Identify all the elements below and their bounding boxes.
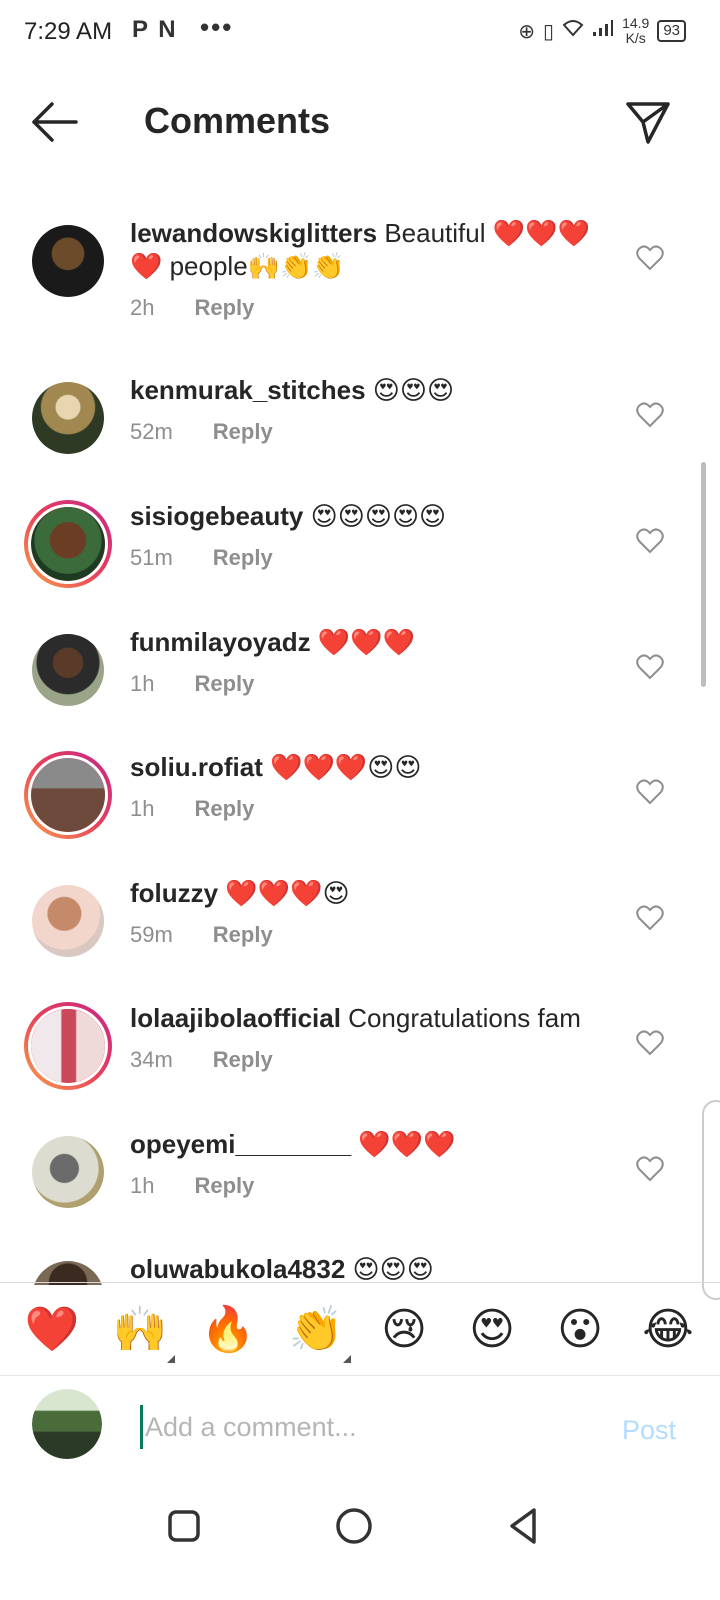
comment-text: ❤️❤️❤️😍😍 <box>270 752 422 782</box>
avatar[interactable] <box>32 225 104 297</box>
comment-list: lewandowskiglitters Beautiful ❤️❤️❤️❤️ p… <box>0 205 720 1285</box>
comment-item: soliu.rofiat ❤️❤️❤️😍😍 1h Reply <box>0 739 720 864</box>
avatar[interactable] <box>32 634 104 706</box>
heart-icon[interactable] <box>636 1156 664 1182</box>
scrollbar[interactable] <box>701 462 706 687</box>
comment-username[interactable]: lewandowskiglitters <box>130 218 377 248</box>
reply-button[interactable]: Reply <box>194 1169 254 1202</box>
reply-button[interactable]: Reply <box>213 415 273 448</box>
system-nav-bar <box>0 1490 720 1600</box>
comment-username[interactable]: soliu.rofiat <box>130 752 263 782</box>
reply-button[interactable]: Reply <box>194 667 254 700</box>
vibrate-icon: ▯ <box>543 20 555 43</box>
battery-icon: 93 <box>657 20 686 42</box>
emoji-heart-button[interactable]: ❤️ <box>17 1303 87 1355</box>
comment-time: 1h <box>130 671 155 696</box>
comment-username[interactable]: opeyemi________ <box>130 1129 351 1159</box>
avatar[interactable] <box>32 1136 104 1208</box>
comment-item: funmilayoyadz ❤️❤️❤️ 1h Reply <box>0 614 720 739</box>
comment-username[interactable]: foluzzy <box>130 878 218 908</box>
reply-button[interactable]: Reply <box>194 291 254 324</box>
comment-time: 1h <box>130 1173 155 1198</box>
comment-username[interactable]: kenmurak_stitches <box>130 375 366 405</box>
avatar[interactable] <box>32 885 104 957</box>
my-avatar <box>32 1389 102 1459</box>
comment-item: oluwabukola4832 😍😍😍 <box>0 1241 720 1285</box>
comment-time: 59m <box>130 922 173 947</box>
notification-app-icons: P N <box>132 16 178 43</box>
comment-item: opeyemi________ ❤️❤️❤️ 1h Reply <box>0 1116 720 1241</box>
emoji-surprised-button[interactable]: 😮 <box>545 1304 615 1355</box>
more-notifications-icon: ••• <box>200 12 234 42</box>
reply-button[interactable]: Reply <box>213 918 273 951</box>
home-icon[interactable] <box>332 1504 376 1548</box>
status-bar: 7:29 AM P N ••• ⊕ ▯ 14.9 K/s 93 <box>0 0 720 64</box>
heart-icon[interactable] <box>636 245 664 271</box>
edge-panel-handle[interactable] <box>702 1100 720 1300</box>
emoji-laughing-button[interactable]: 😂 <box>633 1304 703 1355</box>
status-time: 7:29 AM <box>24 18 113 45</box>
emoji-raising-hands-button[interactable]: 🙌 <box>105 1303 175 1363</box>
comment-text: 😍😍😍 <box>372 375 455 405</box>
comment-item: lolaajibolaofficial Congratulations fam … <box>0 990 720 1115</box>
reply-button[interactable]: Reply <box>213 541 273 574</box>
paper-plane-icon <box>626 102 670 144</box>
comment-time: 34m <box>130 1047 173 1072</box>
network-speed: 14.9 K/s <box>622 15 650 46</box>
comment-item: kenmurak_stitches 😍😍😍 52m Reply <box>0 362 720 487</box>
comment-username[interactable]: lolaajibolaofficial <box>130 1003 341 1033</box>
share-button[interactable] <box>624 98 672 146</box>
comment-username[interactable]: oluwabukola4832 <box>130 1254 345 1284</box>
heart-icon[interactable] <box>636 528 664 554</box>
avatar-story-ring[interactable] <box>24 1002 112 1090</box>
heart-icon[interactable] <box>636 779 664 805</box>
comment-text: 😍😍😍 <box>352 1254 434 1284</box>
comment-time: 2h <box>130 295 155 320</box>
heart-icon[interactable] <box>636 905 664 931</box>
header: Comments <box>0 80 720 164</box>
comment-item: foluzzy ❤️❤️❤️😍 59m Reply <box>0 865 720 990</box>
comment-item: lewandowskiglitters Beautiful ❤️❤️❤️❤️ p… <box>0 205 720 330</box>
arrow-left-icon <box>32 102 78 142</box>
comment-username[interactable]: sisiogebeauty <box>130 501 303 531</box>
back-button[interactable] <box>30 100 80 144</box>
comment-time: 52m <box>130 419 173 444</box>
comment-text: ❤️❤️❤️ <box>358 1129 456 1159</box>
comment-item: sisiogebeauty 😍😍😍😍😍 51m Reply <box>0 488 720 613</box>
emoji-clapping-button[interactable]: 👏 <box>281 1303 351 1363</box>
emoji-heart-eyes-button[interactable]: 😍 <box>457 1304 527 1355</box>
comment-composer: Post <box>0 1377 720 1482</box>
page-title: Comments <box>144 100 331 141</box>
comment-text: Congratulations fam <box>348 1003 581 1033</box>
comment-time: 1h <box>130 796 155 821</box>
heart-icon[interactable] <box>636 654 664 680</box>
recents-icon[interactable] <box>162 1504 206 1548</box>
wifi-icon <box>562 19 584 43</box>
comment-text: 😍😍😍😍😍 <box>310 501 447 531</box>
comment-username[interactable]: funmilayoyadz <box>130 627 311 657</box>
avatar-story-ring[interactable] <box>24 500 112 588</box>
reply-button[interactable]: Reply <box>213 1043 273 1076</box>
avatar[interactable] <box>32 382 104 454</box>
emoji-crying-button[interactable]: 😢 <box>369 1304 439 1355</box>
comment-text: ❤️❤️❤️😍 <box>225 878 350 908</box>
comment-time: 51m <box>130 545 173 570</box>
avatar-story-ring[interactable] <box>24 751 112 839</box>
heart-icon[interactable] <box>636 402 664 428</box>
quick-emoji-bar: ❤️ 🙌 🔥 👏 😢 😍 😮 😂 <box>0 1282 720 1376</box>
post-button[interactable]: Post <box>622 1415 676 1446</box>
comment-text: ❤️❤️❤️ <box>317 627 415 657</box>
comment-input[interactable] <box>140 1405 580 1449</box>
data-saver-icon: ⊕ <box>518 20 536 43</box>
emoji-fire-button[interactable]: 🔥 <box>193 1303 263 1355</box>
signal-icon <box>592 19 614 43</box>
heart-icon[interactable] <box>636 1030 664 1056</box>
back-triangle-icon[interactable] <box>502 1504 546 1548</box>
reply-button[interactable]: Reply <box>194 792 254 825</box>
